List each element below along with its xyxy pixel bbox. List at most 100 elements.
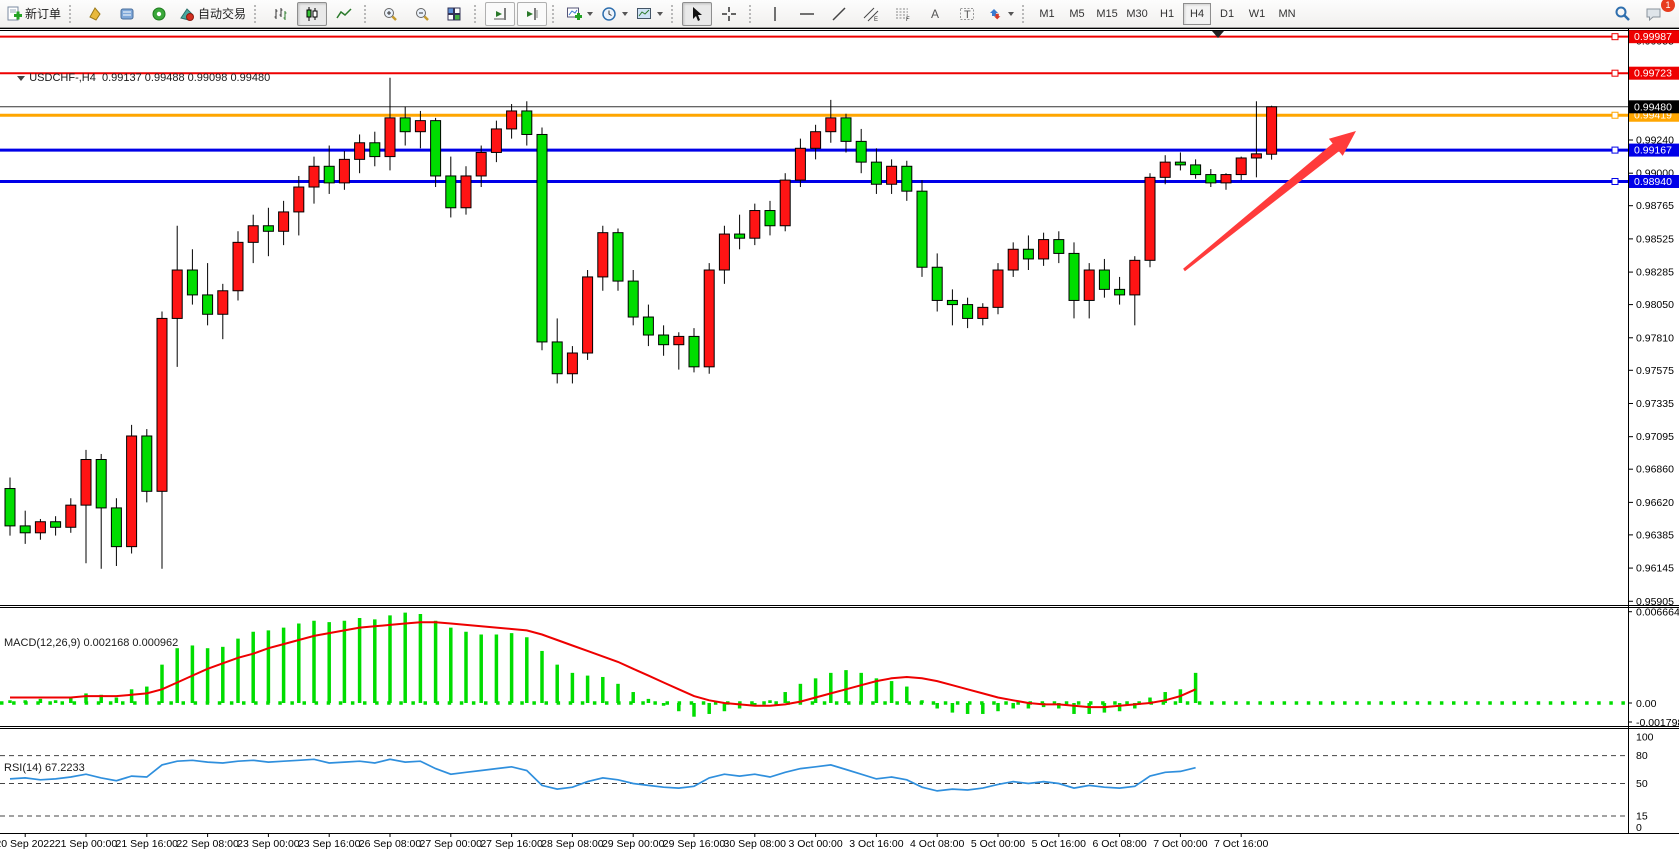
- chart-title-ohlc: 0.99137 0.99488 0.99098 0.99480: [102, 72, 270, 84]
- chart-shift-icon: [524, 6, 540, 22]
- timeframe-h1[interactable]: H1: [1153, 3, 1181, 25]
- candle-body: [1069, 253, 1079, 300]
- candle-body: [461, 176, 471, 208]
- candle-body: [628, 281, 638, 317]
- candle-body: [1115, 289, 1125, 295]
- tile-windows-icon: [446, 6, 462, 22]
- svg-text:T: T: [964, 9, 971, 21]
- candle-body: [1206, 175, 1216, 183]
- text-button[interactable]: A: [920, 2, 950, 26]
- candle-body: [1145, 177, 1155, 260]
- candle-body: [795, 148, 805, 180]
- timeframe-mn[interactable]: MN: [1273, 3, 1301, 25]
- new-order-button[interactable]: 新订单: [3, 2, 64, 26]
- svg-text:80: 80: [1636, 750, 1648, 762]
- candlestick-chart-button[interactable]: [297, 2, 327, 26]
- toolbar-grip: [671, 5, 677, 23]
- line-chart-button[interactable]: [329, 2, 359, 26]
- candle-body: [659, 335, 669, 345]
- svg-text:27 Sep 16:00: 27 Sep 16:00: [480, 838, 543, 850]
- bar-chart-button[interactable]: [265, 2, 295, 26]
- svg-text:22 Sep 08:00: 22 Sep 08:00: [176, 838, 239, 850]
- candle-body: [932, 267, 942, 300]
- svg-text:0.98285: 0.98285: [1636, 267, 1674, 279]
- svg-text:5 Oct 00:00: 5 Oct 00:00: [971, 838, 1025, 850]
- search-button[interactable]: [1607, 2, 1637, 26]
- notifications-button[interactable]: 1: [1639, 2, 1669, 26]
- data-window-button[interactable]: [112, 2, 142, 26]
- auto-trading-button[interactable]: 自动交易: [176, 2, 249, 26]
- periods-button[interactable]: [598, 2, 631, 26]
- timeframe-w1[interactable]: W1: [1243, 3, 1271, 25]
- candle-body: [157, 318, 167, 491]
- timeframe-m30[interactable]: M30: [1123, 3, 1151, 25]
- equidistant-channel-button[interactable]: E: [856, 2, 886, 26]
- candle-body: [826, 118, 836, 132]
- macd-indicator-label: MACD(12,26,9) 0.002168 0.000962: [4, 637, 178, 649]
- vertical-line-button[interactable]: [760, 2, 790, 26]
- toolbar-grip: [364, 5, 370, 23]
- new-chart-button[interactable]: [563, 2, 596, 26]
- notification-badge: 1: [1661, 0, 1675, 12]
- candle-body: [947, 300, 957, 304]
- hline-handle[interactable]: [1612, 70, 1618, 76]
- cursor-button[interactable]: [682, 2, 712, 26]
- candle-body: [689, 336, 699, 366]
- candle-body: [719, 234, 729, 270]
- trendline-icon: [831, 6, 847, 22]
- svg-text:21 Sep 00:00: 21 Sep 00:00: [55, 838, 118, 850]
- candle-body: [111, 508, 121, 547]
- zoom-in-button[interactable]: [375, 2, 405, 26]
- chart-area[interactable]: 0.999550.992400.990000.987650.985250.982…: [0, 28, 1679, 851]
- svg-text:0.96385: 0.96385: [1636, 529, 1674, 541]
- candle-body: [1267, 107, 1277, 154]
- fibonacci-button[interactable]: F: [888, 2, 918, 26]
- candle-body: [218, 291, 228, 315]
- svg-text:A: A: [931, 7, 939, 21]
- toolbar-grip: [552, 5, 558, 23]
- chart-shift-button[interactable]: [517, 2, 547, 26]
- text-label-button[interactable]: T: [952, 2, 982, 26]
- chart-canvas[interactable]: 0.999550.992400.990000.987650.985250.982…: [0, 28, 1679, 851]
- candle-body: [598, 233, 608, 277]
- arrows-tool-button[interactable]: [984, 2, 1017, 26]
- timeframe-m1[interactable]: M1: [1033, 3, 1061, 25]
- candle-body: [902, 166, 912, 191]
- chart-title-symbol: USDCHF-,H4: [29, 72, 96, 84]
- trendline-button[interactable]: [824, 2, 854, 26]
- candle-body: [446, 176, 456, 208]
- market-watch-button[interactable]: [80, 2, 110, 26]
- candle-body: [887, 166, 897, 184]
- hline-handle[interactable]: [1612, 147, 1618, 153]
- timeframe-m5[interactable]: M5: [1063, 3, 1091, 25]
- candle-body: [81, 459, 91, 505]
- candle-body: [203, 295, 213, 314]
- svg-text:0.98525: 0.98525: [1636, 233, 1674, 245]
- candle-body: [66, 505, 76, 527]
- chevron-down-icon: [587, 12, 593, 16]
- templates-button[interactable]: [633, 2, 666, 26]
- svg-text:0.98050: 0.98050: [1636, 299, 1674, 311]
- chart-window[interactable]: 0.999550.992400.990000.987650.985250.982…: [0, 28, 1679, 851]
- auto-scroll-button[interactable]: [485, 2, 515, 26]
- symbol-expand-icon[interactable]: [17, 76, 25, 81]
- timeframe-d1[interactable]: D1: [1213, 3, 1241, 25]
- hline-handle[interactable]: [1612, 34, 1618, 40]
- hline-handle[interactable]: [1612, 178, 1618, 184]
- hline-handle[interactable]: [1612, 112, 1618, 118]
- candle-body: [355, 143, 365, 160]
- navigator-icon: [151, 6, 167, 22]
- tile-windows-button[interactable]: [439, 2, 469, 26]
- candle-body: [1054, 240, 1064, 254]
- crosshair-button[interactable]: [714, 2, 744, 26]
- candle-body: [1191, 165, 1201, 175]
- candle-body: [1221, 175, 1231, 183]
- auto-scroll-icon: [492, 6, 508, 22]
- navigator-button[interactable]: [144, 2, 174, 26]
- timeframe-h4[interactable]: H4: [1183, 3, 1211, 25]
- zoom-out-button[interactable]: [407, 2, 437, 26]
- toolbar-grip: [749, 5, 755, 23]
- candle-body: [309, 166, 319, 187]
- timeframe-m15[interactable]: M15: [1093, 3, 1121, 25]
- horizontal-line-button[interactable]: [792, 2, 822, 26]
